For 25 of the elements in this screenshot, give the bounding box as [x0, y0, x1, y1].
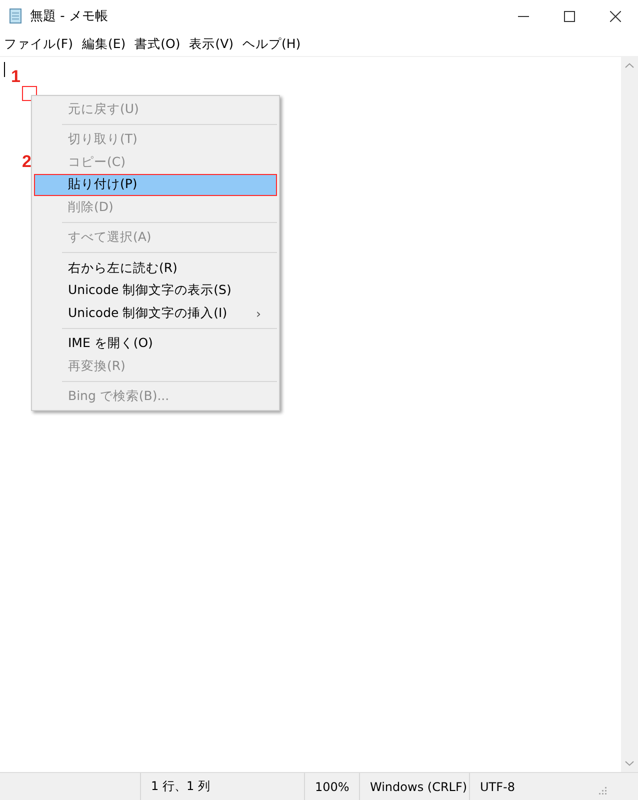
menu-item[interactable]: ファイル(F) [0, 36, 78, 52]
notepad-icon [8, 8, 24, 24]
status-text: 1 行、1 列 [140, 773, 304, 800]
scroll-down-icon[interactable] [625, 761, 634, 766]
step-number: 1 [11, 68, 20, 85]
menu-item[interactable]: 書式(O) [130, 36, 186, 52]
resize-grip-icon[interactable] [599, 787, 607, 795]
menu-item[interactable]: IME を開く(O) [34, 332, 277, 355]
menu-item[interactable]: 右から左に読む(R) [34, 257, 277, 280]
menu-item[interactable]: 編集(E) [78, 36, 131, 52]
menu-item[interactable]: Unicode 制御文字の挿入(I) › [34, 302, 277, 324]
menu-item[interactable]: Unicode 制御文字の表示(S) [34, 280, 277, 302]
menu-item[interactable]: 表示(V) [185, 36, 239, 52]
scroll-up-icon[interactable] [625, 63, 634, 68]
close-icon[interactable] [610, 10, 620, 22]
status-text: Windows (CRLF) [359, 773, 469, 800]
maximize-icon[interactable] [564, 10, 574, 22]
status-text: 100% [304, 773, 359, 800]
window-title: 無題 - メモ帳 [30, 8, 109, 25]
menu-item[interactable]: ヘルプ(H) [238, 36, 306, 52]
step-number: 2 [22, 153, 32, 170]
menu-item[interactable]: 貼り付け(P) [34, 174, 277, 196]
text-cursor [4, 62, 5, 77]
status-text: UTF-8 [469, 773, 599, 800]
vertical-scrollbar[interactable] [621, 57, 638, 772]
